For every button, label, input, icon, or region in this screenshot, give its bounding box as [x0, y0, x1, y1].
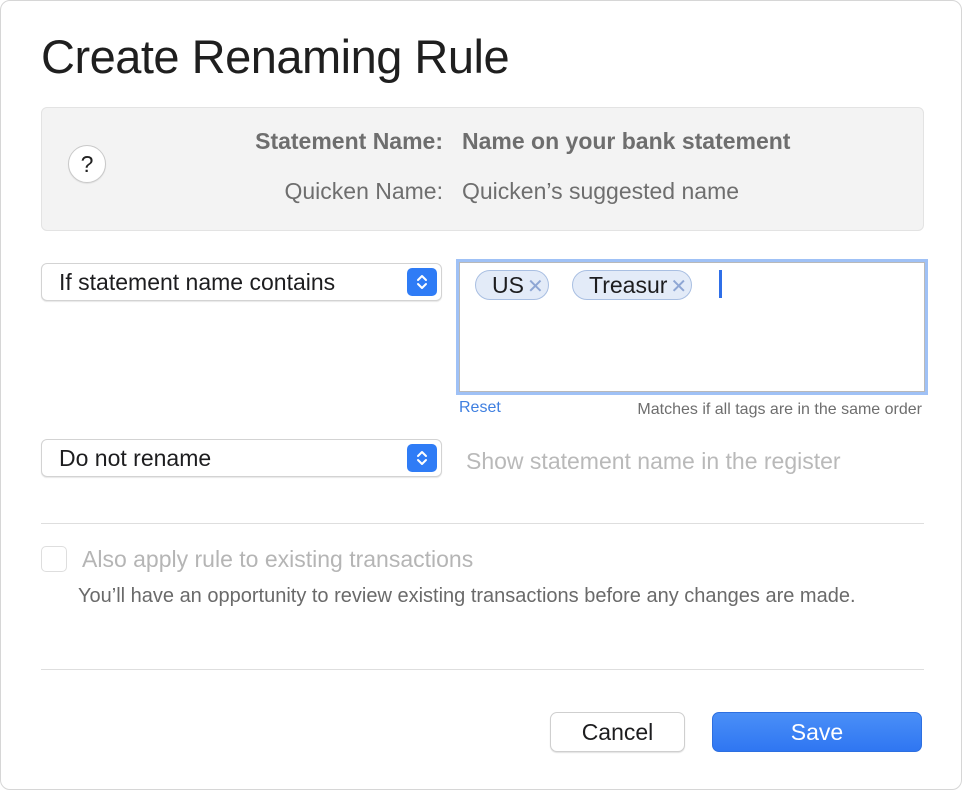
quicken-name-value: Quicken’s suggested name	[462, 178, 740, 204]
condition-select-value: If statement name contains	[59, 269, 336, 295]
statement-name-label: Statement Name:	[255, 128, 443, 154]
up-down-chevron-icon	[407, 444, 437, 472]
apply-existing-description: You’ll have an opportunity to review exi…	[78, 585, 856, 607]
remove-tag-icon[interactable]: ✕	[670, 273, 687, 301]
reset-link[interactable]: Reset	[459, 399, 501, 417]
remove-tag-icon[interactable]: ✕	[527, 273, 544, 301]
info-panel: ? Statement Name: Name on your bank stat…	[41, 107, 924, 231]
apply-existing-checkbox[interactable]	[41, 546, 67, 572]
statement-name-value: Name on your bank statement	[462, 128, 791, 154]
tag-input-field[interactable]: US ✕ Treasur ✕	[459, 262, 925, 392]
create-renaming-rule-dialog: Create Renaming Rule ? Statement Name: N…	[0, 0, 962, 790]
tag-text: US	[492, 272, 524, 298]
divider	[41, 669, 924, 670]
text-cursor	[719, 270, 722, 298]
save-button[interactable]: Save	[712, 712, 922, 752]
tag-token: US ✕	[475, 270, 549, 300]
up-down-chevron-icon	[407, 268, 437, 296]
condition-select[interactable]: If statement name contains	[41, 263, 442, 301]
rename-action-value: Do not rename	[59, 445, 212, 471]
dialog-title: Create Renaming Rule	[41, 30, 510, 83]
cancel-button[interactable]: Cancel	[550, 712, 685, 752]
rename-action-select[interactable]: Do not rename	[41, 439, 442, 477]
tag-text: Treasur	[589, 272, 668, 298]
apply-existing-label: Also apply rule to existing transactions	[82, 546, 474, 572]
tag-token: Treasur ✕	[572, 270, 693, 301]
help-button[interactable]: ?	[68, 145, 106, 183]
rename-hint: Show statement name in the register	[466, 448, 841, 474]
quicken-name-label: Quicken Name:	[284, 178, 443, 204]
match-order-hint: Matches if all tags are in the same orde…	[637, 401, 922, 418]
divider	[41, 523, 924, 524]
